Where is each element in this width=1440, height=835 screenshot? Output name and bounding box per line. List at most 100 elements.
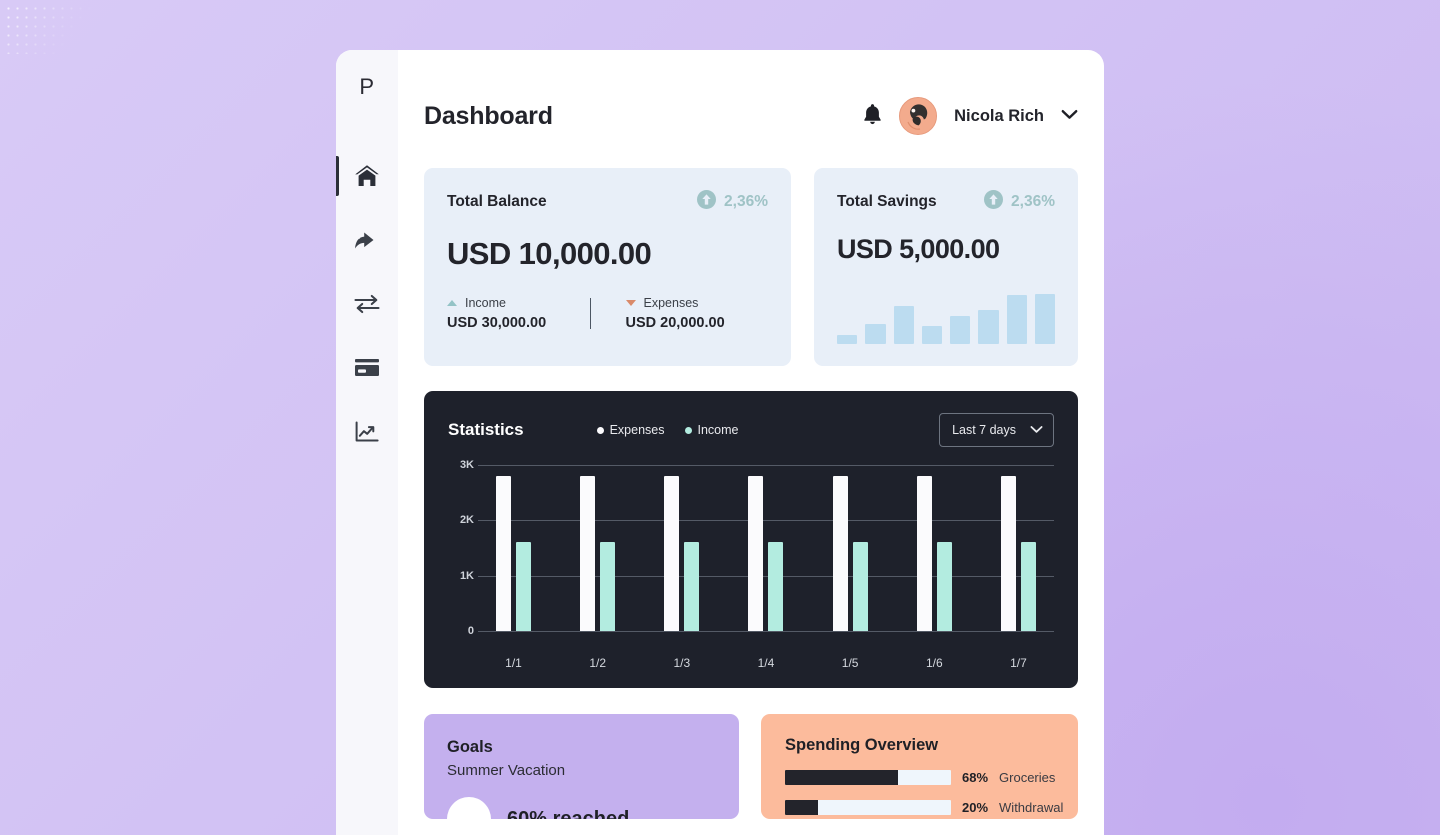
- spending-row: 20% Withdrawal: [785, 800, 1063, 815]
- sidebar-item-analytics[interactable]: [336, 400, 398, 464]
- progress-fill: [785, 770, 898, 785]
- bar-income: [936, 542, 952, 631]
- x-axis-tick: 1/1: [496, 654, 531, 672]
- sidebar-nav: [336, 144, 398, 464]
- bar-expenses: [748, 476, 764, 631]
- chevron-down-icon[interactable]: [1061, 107, 1078, 125]
- balance-amount: USD 10,000.00: [447, 236, 652, 271]
- chart-plot: 0 1K 2K 3K: [448, 459, 1054, 645]
- x-axis-tick: 1/2: [580, 654, 615, 672]
- x-axis-tick-label: 1/6: [925, 656, 943, 670]
- x-axis-tick: 1/5: [833, 654, 868, 672]
- spending-label: Withdrawal: [999, 800, 1064, 815]
- balance-card-header: Total Balance 2,36%: [447, 190, 768, 214]
- y-axis-tick: 3K: [459, 459, 474, 471]
- expenses-label-row: Expenses: [625, 296, 769, 310]
- sidebar-item-home[interactable]: [336, 144, 398, 208]
- x-axis-tick: 1/6: [917, 654, 952, 672]
- goals-subtitle: Summer Vacation: [447, 762, 566, 779]
- savings-card-header: Total Savings 2,36%: [837, 190, 1055, 214]
- income-label-row: Income: [447, 296, 590, 310]
- legend-dot-icon: [596, 426, 604, 434]
- bar-group: [580, 465, 616, 631]
- bar-group: [496, 465, 531, 631]
- avatar[interactable]: [899, 97, 938, 135]
- chart-plot-area: [478, 465, 1054, 632]
- date-range-select[interactable]: Last 7 days: [939, 413, 1054, 447]
- x-axis-tick: 1/7: [1001, 654, 1036, 672]
- summary-cards-row: Total Balance 2,36% USD 10,000.00 Income…: [424, 168, 1078, 366]
- expenses-value: USD 20,000.00: [625, 315, 725, 331]
- savings-bar: [950, 316, 971, 344]
- savings-bar: [978, 309, 999, 344]
- goals-progress-text: 60% reached: [507, 807, 630, 820]
- chart-legend: Expenses Income: [596, 423, 739, 437]
- bar-expenses: [832, 476, 848, 631]
- bar-income: [768, 542, 784, 631]
- x-axis-tick-label: 1/7: [1010, 656, 1027, 670]
- expenses-label: Expenses: [643, 296, 699, 310]
- balance-splits: Income USD 30,000.00 Expenses USD 20,000…: [447, 296, 768, 331]
- legend-label: Income: [697, 423, 739, 437]
- bar-group: [832, 465, 868, 631]
- sidebar-item-transfers-back[interactable]: [336, 208, 398, 272]
- total-savings-card: Total Savings 2,36% USD 5,000.00: [814, 168, 1078, 366]
- savings-bar: [837, 334, 858, 344]
- chart-y-axis: 0 1K 2K 3K: [448, 459, 478, 637]
- statistics-title: Statistics: [448, 420, 524, 439]
- gridline: [478, 631, 1054, 632]
- spending-rows: 68% Groceries 20% Withdrawal: [785, 770, 1063, 815]
- savings-delta-value: 2,36%: [1011, 193, 1055, 210]
- income-value: USD 30,000.00: [447, 315, 547, 331]
- bar-income: [600, 542, 616, 631]
- y-axis-tick: 1K: [459, 569, 474, 582]
- spending-percent: 20%: [962, 800, 989, 815]
- savings-sparkline-bars: [837, 278, 1055, 344]
- triangle-down-icon: [625, 300, 636, 306]
- savings-card-title: Total Savings: [837, 193, 937, 210]
- x-axis-tick: 1/3: [664, 654, 699, 672]
- arrow-up-circle-icon: [697, 190, 717, 214]
- home-icon: [354, 164, 380, 188]
- spending-row: 68% Groceries: [785, 770, 1056, 785]
- bar-group: [748, 465, 784, 631]
- decorative-dot-pattern: [4, 4, 96, 54]
- progress-fill: [785, 800, 819, 815]
- sidebar-item-cards[interactable]: [336, 336, 398, 400]
- bar-expenses: [664, 476, 680, 631]
- bar-income: [684, 542, 700, 631]
- progress-track: [785, 800, 951, 815]
- goals-progress-circle: [447, 797, 491, 819]
- bar-expenses: [496, 476, 511, 631]
- x-axis-tick-label: 1/4: [757, 656, 775, 670]
- statistics-panel: Statistics Expenses Income Last 7 days 0 1…: [424, 391, 1078, 688]
- chart-line-icon: [354, 421, 380, 443]
- app-window: P Dashboard Nicola Rich Total Balance 2,…: [336, 50, 1104, 835]
- credit-card-icon: [353, 357, 381, 379]
- date-range-value: Last 7 days: [952, 423, 1016, 437]
- spending-title: Spending Overview: [785, 736, 939, 754]
- sidebar-item-exchange[interactable]: [336, 272, 398, 336]
- legend-item[interactable]: Income: [684, 423, 739, 437]
- user-name: Nicola Rich: [954, 106, 1044, 125]
- savings-bar: [893, 305, 914, 344]
- goals-title: Goals: [447, 738, 493, 756]
- chevron-down-icon: [1030, 421, 1043, 439]
- bar-group: [916, 465, 952, 631]
- x-axis-tick: 1/4: [748, 654, 783, 672]
- bar-expenses: [580, 476, 596, 631]
- balance-card-title: Total Balance: [447, 193, 547, 210]
- bell-icon[interactable]: [863, 103, 882, 130]
- x-axis-tick-label: 1/5: [841, 656, 859, 670]
- balance-delta: 2,36%: [697, 190, 768, 214]
- app-logo[interactable]: P: [359, 76, 374, 98]
- legend-dot-icon: [684, 426, 692, 434]
- legend-item[interactable]: Expenses: [596, 423, 665, 437]
- savings-amount: USD 5,000.00: [837, 234, 1000, 264]
- bar-income: [516, 542, 531, 631]
- savings-delta: 2,36%: [984, 190, 1055, 214]
- page-title: Dashboard: [424, 101, 553, 130]
- spending-percent: 68%: [962, 770, 989, 785]
- spending-label: Groceries: [999, 770, 1056, 785]
- statistics-header: Statistics Expenses Income Last 7 days: [448, 413, 1054, 447]
